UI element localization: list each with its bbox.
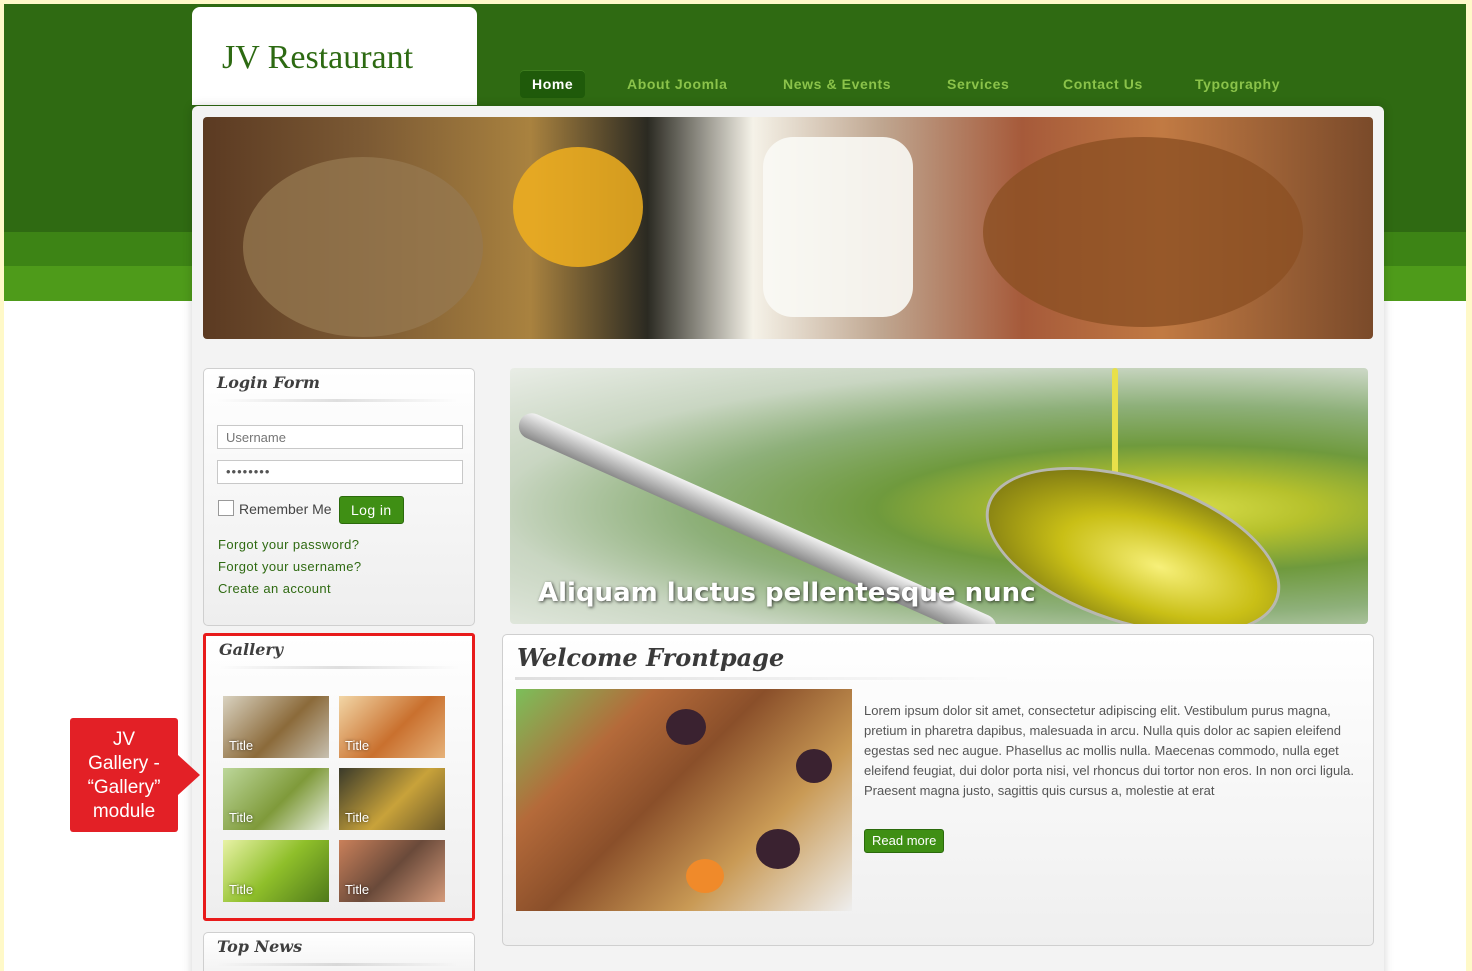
site-logo[interactable]: JV Restaurant	[222, 39, 413, 77]
logo-box[interactable]: JV Restaurant	[192, 7, 477, 105]
nav-about-joomla[interactable]: About Joomla	[627, 70, 728, 98]
article-image	[516, 689, 852, 911]
content-container: Login Form •••••••• Remember Me Log in F…	[192, 106, 1384, 971]
forgot-username-link[interactable]: Forgot your username?	[218, 559, 362, 574]
password-input[interactable]: ••••••••	[217, 460, 463, 484]
food-decoration	[686, 859, 724, 893]
nav-news-events[interactable]: News & Events	[783, 70, 891, 98]
remember-me-label: Remember Me	[239, 501, 332, 517]
annotation-arrow-icon	[178, 755, 200, 795]
milk-jug-shape	[763, 137, 913, 317]
nav-services[interactable]: Services	[947, 70, 1009, 98]
gallery-thumb[interactable]: Title	[339, 768, 445, 830]
username-input[interactable]	[217, 425, 463, 449]
gallery-thumb-caption: Title	[345, 810, 370, 825]
gallery-thumb[interactable]: Title	[339, 840, 445, 902]
article: Welcome Frontpage Lorem ipsum dolor sit …	[502, 634, 1374, 946]
gallery-thumb-caption: Title	[229, 882, 254, 897]
remember-me-checkbox[interactable]	[218, 500, 234, 516]
gallery-thumb[interactable]: Title	[339, 696, 445, 758]
gallery-thumb-caption: Title	[229, 810, 254, 825]
gallery-thumb[interactable]: Title	[223, 768, 329, 830]
forgot-password-link[interactable]: Forgot your password?	[218, 537, 359, 552]
bread-basket-shape	[983, 137, 1303, 327]
gallery-module: Gallery Title Title Title Title Title Ti…	[203, 633, 475, 921]
page: JV Restaurant Home About Joomla News & E…	[4, 4, 1466, 971]
flower-shape	[513, 147, 643, 267]
remember-me[interactable]: Remember Me	[218, 500, 332, 517]
nav-contact-us[interactable]: Contact Us	[1063, 70, 1143, 98]
slideshow-caption[interactable]: Aliquam luctus pellentesque nunc	[538, 578, 1036, 608]
login-button[interactable]: Log in	[339, 496, 404, 524]
gallery-thumb[interactable]: Title	[223, 840, 329, 902]
annotation-callout: JV Gallery - “Gallery” module	[70, 718, 178, 832]
annotation-line: Gallery -	[88, 753, 160, 774]
article-divider	[515, 677, 1015, 680]
create-account-link[interactable]: Create an account	[218, 581, 331, 596]
slideshow[interactable]: Aliquam luctus pellentesque nunc	[510, 368, 1368, 624]
article-body: Lorem ipsum dolor sit amet, consectetur …	[864, 703, 1354, 798]
annotation-line: “Gallery”	[87, 777, 161, 798]
oil-drip-shape	[1112, 368, 1118, 478]
gallery-thumb-caption: Title	[345, 882, 370, 897]
read-more-button[interactable]: Read more	[864, 829, 945, 853]
module-divider	[218, 666, 460, 669]
food-decoration	[756, 829, 800, 869]
food-decoration	[796, 749, 832, 783]
header-banner-image	[203, 117, 1373, 339]
nav-home[interactable]: Home	[520, 70, 586, 98]
annotation-line: module	[92, 801, 156, 822]
gallery-thumb[interactable]: Title	[223, 696, 329, 758]
gallery-title: Gallery	[219, 640, 284, 659]
module-divider	[216, 963, 458, 966]
annotation-line: JV	[112, 729, 136, 750]
grain-sack-shape	[243, 157, 483, 337]
top-news-module: Top News	[203, 932, 475, 971]
module-divider	[216, 399, 458, 402]
nav-typography[interactable]: Typography	[1195, 70, 1280, 98]
login-form-module: Login Form •••••••• Remember Me Log in F…	[203, 368, 475, 626]
article-title[interactable]: Welcome Frontpage	[517, 643, 784, 672]
top-news-title: Top News	[217, 937, 303, 956]
gallery-thumb-caption: Title	[345, 738, 370, 753]
food-decoration	[666, 709, 706, 745]
gallery-thumb-caption: Title	[229, 738, 254, 753]
login-form-title: Login Form	[217, 373, 320, 392]
